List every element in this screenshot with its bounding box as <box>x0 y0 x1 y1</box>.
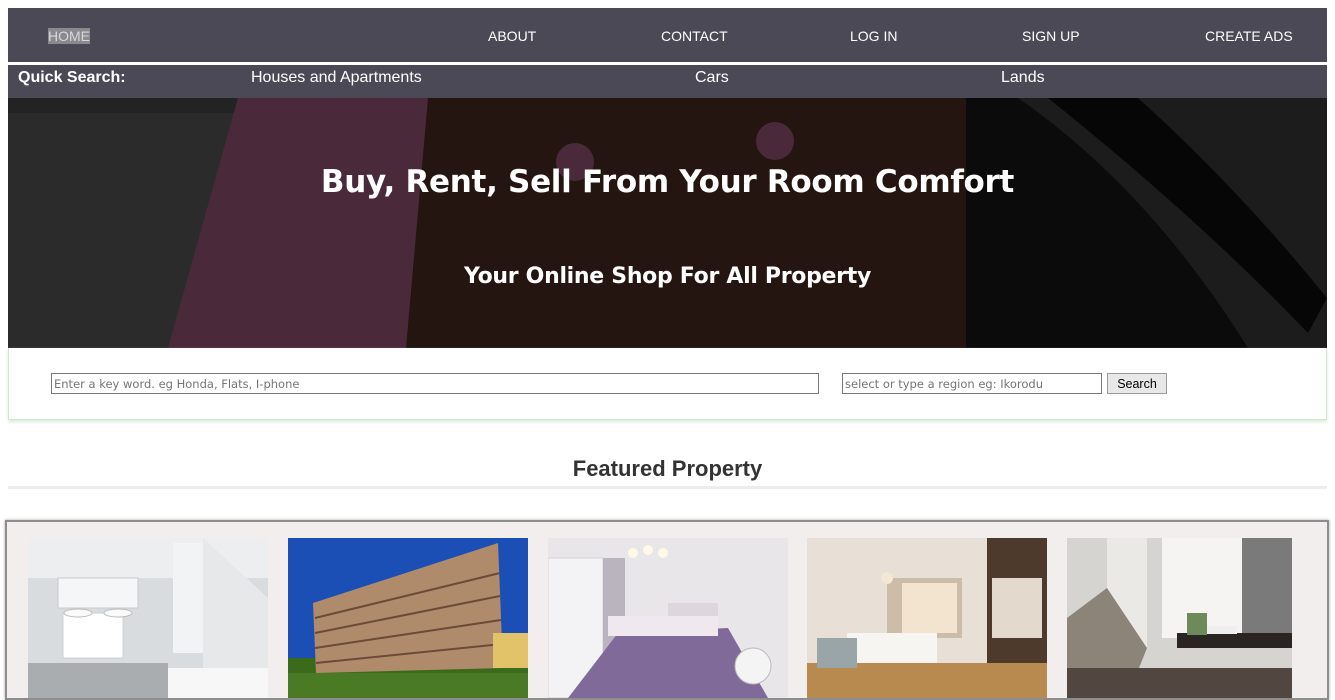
nav-about-link[interactable]: ABOUT <box>488 28 536 44</box>
quick-search-cars-link[interactable]: Cars <box>695 69 729 87</box>
property-card-living-room[interactable] <box>1067 538 1292 698</box>
nav-contact-link[interactable]: CONTACT <box>661 28 728 44</box>
quick-search-bar: Quick Search: Houses and Apartments Cars… <box>8 65 1327 98</box>
hero-subtitle: Your Online Shop For All Property <box>463 264 871 289</box>
featured-title: Featured Property <box>572 456 763 481</box>
search-panel: Search <box>8 348 1327 420</box>
featured-gallery <box>5 520 1329 700</box>
property-card-hotel-room[interactable] <box>807 538 1047 698</box>
property-card-apartment[interactable] <box>288 538 528 698</box>
region-search-input[interactable] <box>842 373 1102 394</box>
bedroom-photo <box>548 538 788 698</box>
living-room-photo <box>1067 538 1292 698</box>
featured-divider <box>8 486 1327 489</box>
keyword-search-input[interactable] <box>51 373 819 394</box>
top-navigation: HOME ABOUT CONTACT LOG IN SIGN UP CREATE… <box>8 8 1327 62</box>
property-card-bathroom[interactable] <box>28 538 268 698</box>
nav-create-ads-link[interactable]: CREATE ADS <box>1205 28 1293 44</box>
quick-search-label: Quick Search: <box>18 69 126 86</box>
nav-home-link[interactable]: HOME <box>48 28 90 44</box>
apartment-building-photo <box>288 538 528 698</box>
hero-title: Buy, Rent, Sell From Your Room Comfort <box>320 164 1015 200</box>
nav-signup-link[interactable]: SIGN UP <box>1022 28 1080 44</box>
search-button[interactable]: Search <box>1107 373 1167 394</box>
bathroom-photo <box>28 538 268 698</box>
quick-search-houses-link[interactable]: Houses and Apartments <box>251 69 422 87</box>
nav-login-link[interactable]: LOG IN <box>850 28 897 44</box>
hero-background-art <box>8 98 1327 348</box>
hotel-room-photo <box>807 538 1047 698</box>
quick-search-lands-link[interactable]: Lands <box>1001 69 1045 87</box>
hero-banner: Buy, Rent, Sell From Your Room Comfort Y… <box>8 98 1327 348</box>
property-card-bedroom[interactable] <box>548 538 788 698</box>
